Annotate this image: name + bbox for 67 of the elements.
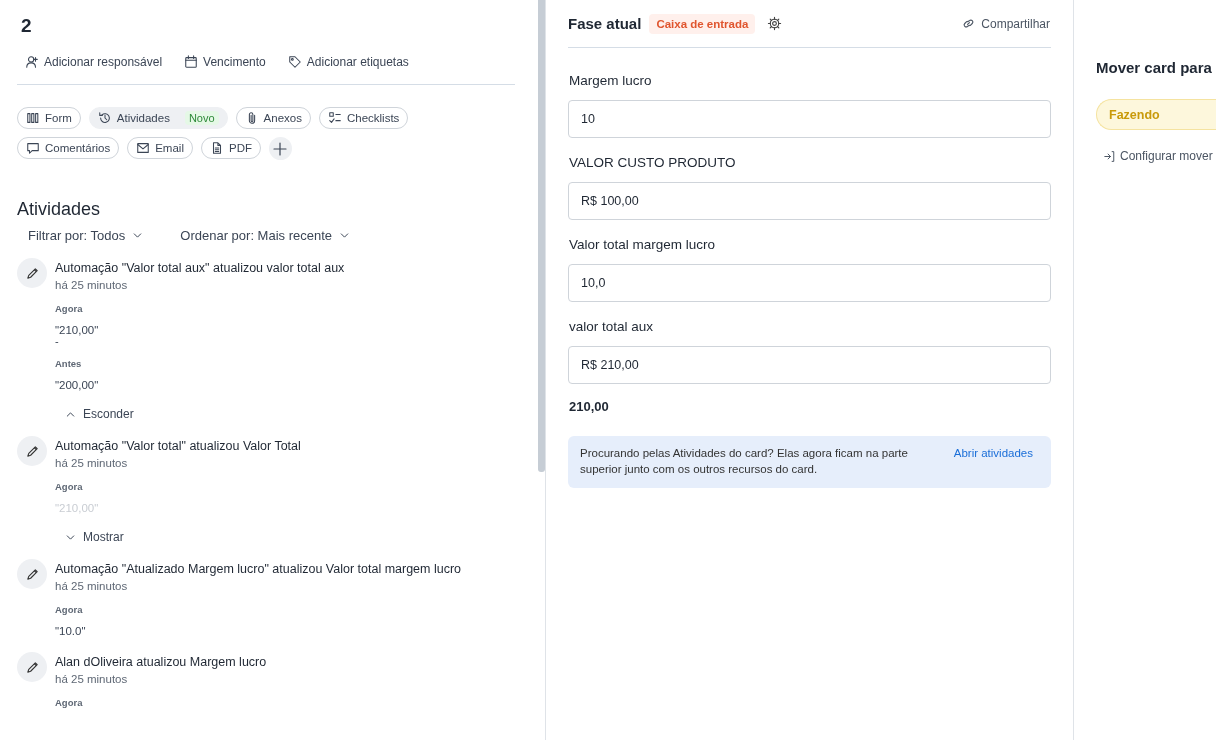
tab[interactable]: Atividades Novo [88,107,228,129]
card-action-button[interactable]: Adicionar responsável [25,55,163,69]
mail-icon [136,141,151,155]
person-add-icon [25,55,39,69]
tag-icon [287,55,302,69]
result-value: 210,00 [569,399,609,414]
tab[interactable]: PDF [200,137,261,159]
pencil-icon [24,443,40,459]
sort-dropdown[interactable]: Ordenar por: Mais recente [180,228,352,243]
tab[interactable]: Email [127,137,193,159]
toggle-details-button[interactable]: Esconder [64,407,134,421]
new-badge: Novo [184,111,219,125]
change-value: "200,00" [55,379,99,391]
change-label: Antes [55,358,82,369]
checklist-icon [327,111,342,125]
comment-icon [26,141,40,155]
filter-dropdown[interactable]: Filtrar por: Todos [28,228,145,243]
activity-time: há 25 minutos [55,673,129,685]
scrollbar[interactable] [538,0,545,472]
card-action-button[interactable]: Adicionar etiquetas [287,55,409,69]
toggle-details-button[interactable]: Mostrar [64,530,124,544]
settings-icon [767,16,783,31]
tab[interactable]: Anexos [235,107,311,129]
change-value: "210,00" [55,324,99,336]
input-field[interactable]: 10,0 [568,264,1051,302]
change-value: "10.0" [55,625,86,637]
tab[interactable]: Form [17,107,81,129]
change-label: Agora [55,697,83,708]
phase-badge: Caixa de entrada [649,13,756,34]
open-activities-link[interactable]: Abrir atividades [953,445,1033,477]
pencil-icon [24,265,40,281]
activity-title: Automação "Atualizado Margem lucro" atualizou Valor total margem lucro [55,561,462,577]
move-heading: Mover card para [1096,59,1212,76]
activity-time: há 25 minutos [55,580,129,592]
phase-label: Fase atual [568,15,642,32]
tab[interactable]: Checklists [318,107,409,129]
notice-text: Procurando pelas Atividades do card? Elas agora ficam na parte superior junto com os outros recursos do card. [580,446,909,477]
history-icon [97,111,112,125]
plus-icon [272,140,289,157]
tab[interactable]: Comentários [17,137,120,159]
card-title: 2 [21,14,32,38]
configure-move-link[interactable]: Configurar mover [1104,149,1213,163]
change-label: Agora [55,481,83,492]
field-label: Valor total margem lucro [569,237,716,252]
change-label: Agora [55,604,83,615]
input-field[interactable]: R$ 210,00 [568,346,1051,384]
columns-icon [26,111,40,125]
separator-text: - [55,336,59,346]
change-label: Agora [55,303,83,314]
input-field[interactable]: 10 [568,100,1051,138]
calendar-icon [184,55,199,69]
activity-title: Automação "Valor total" atualizou Valor Total [55,438,301,454]
share-button[interactable]: Compartilhar [961,16,1051,31]
activity-title: Alan dOliveira atualizou Margem lucro [55,654,267,670]
pencil-icon [24,566,40,582]
section-heading: Atividades [17,198,101,220]
field-label: Margem lucro [569,73,652,88]
activity-title: Automação "Valor total aux" atualizou valor total aux [55,260,345,276]
add-button[interactable] [268,137,292,160]
activity-time: há 25 minutos [55,457,129,469]
field-label: VALOR CUSTO PRODUTO [569,155,736,170]
arrow-into-icon [1104,149,1117,163]
activity-time: há 25 minutos [55,279,129,291]
card-action-button[interactable]: Vencimento [184,55,266,69]
pencil-icon [24,659,40,675]
input-field[interactable]: R$ 100,00 [568,182,1051,220]
field-label: valor total aux [569,319,654,334]
